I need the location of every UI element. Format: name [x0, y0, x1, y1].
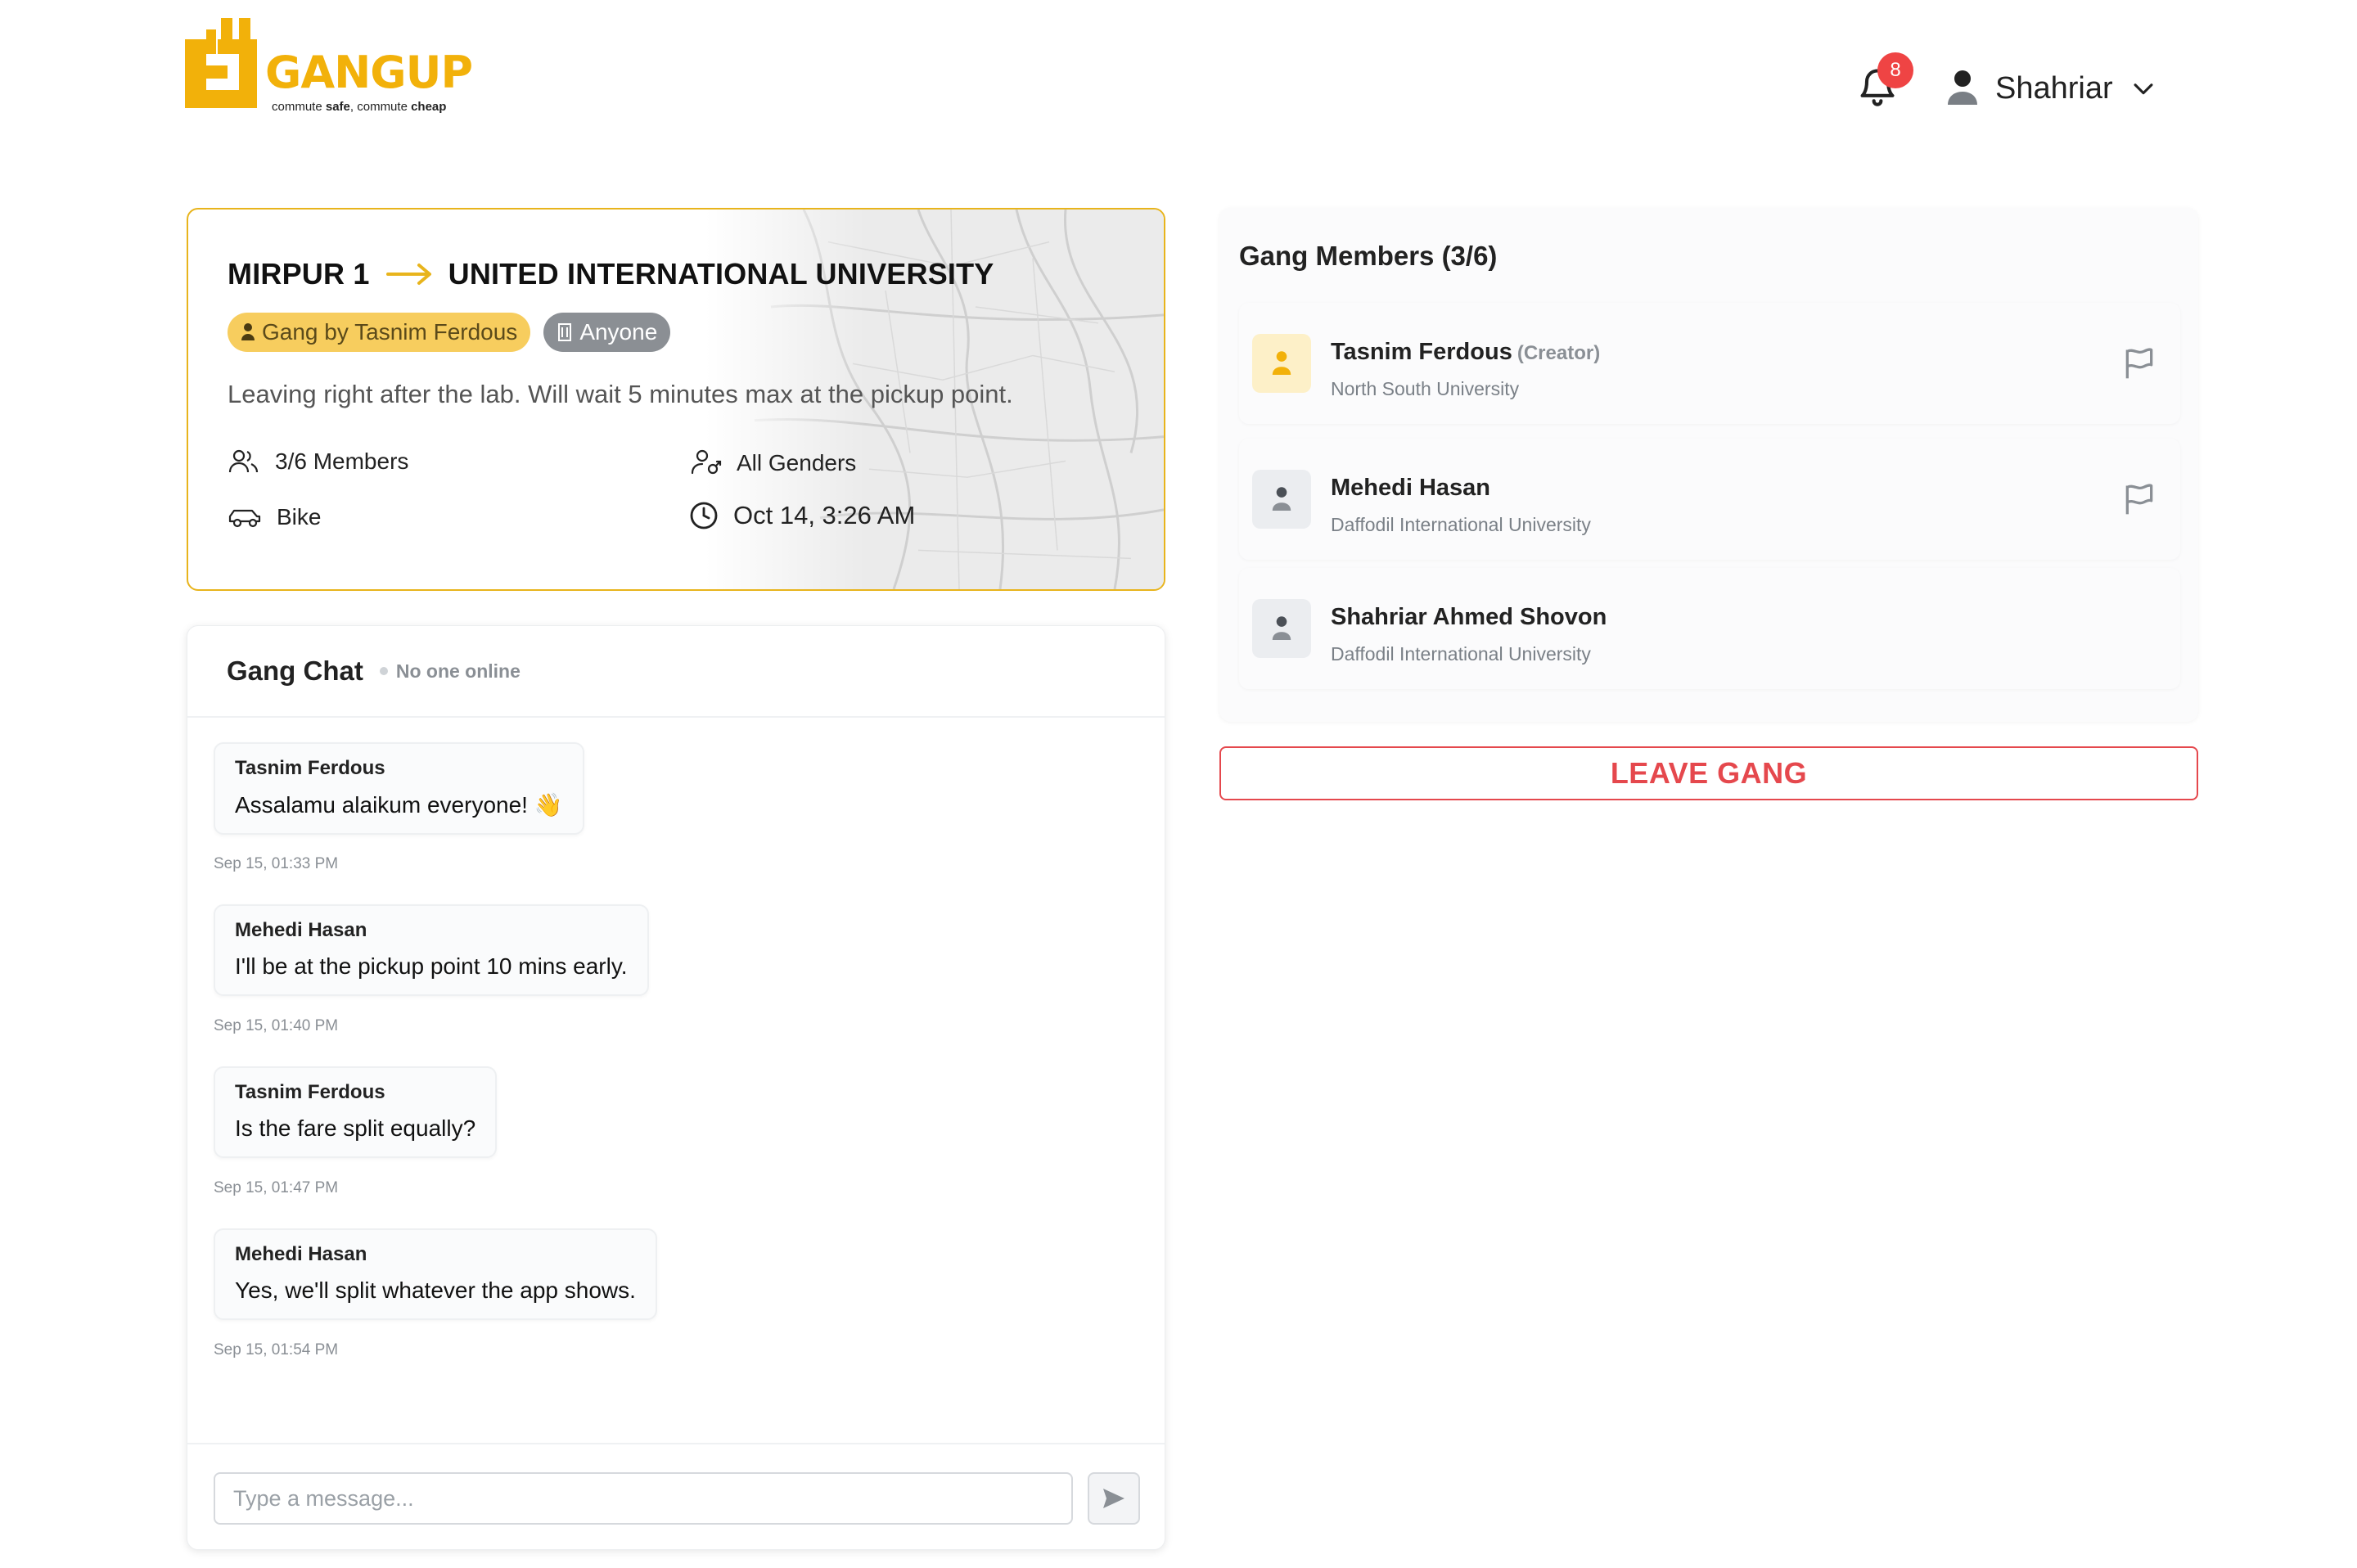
arrow-right-icon	[385, 264, 431, 285]
message-text: Assalamu alaikum everyone! 👋	[235, 792, 563, 818]
member-row[interactable]: Mehedi Hasan Daffodil International Univ…	[1239, 439, 2180, 560]
message-time: Sep 15, 01:40 PM	[214, 1017, 339, 1034]
gender-preference: All Genders	[689, 448, 856, 478]
member-row[interactable]: Tasnim Ferdous (Creator) North South Univ…	[1239, 303, 2180, 424]
member-row[interactable]: Shahriar Ahmed Shovon Daffodil Internati…	[1239, 568, 2180, 689]
vehicle-type: Bike	[228, 504, 321, 530]
building-icon	[558, 323, 572, 341]
member-university: North South University	[1331, 378, 1520, 399]
message-sender: Tasnim Ferdous	[235, 757, 385, 779]
brand-tagline: commute safe, commute cheap	[272, 100, 447, 114]
message-time: Sep 15, 01:54 PM	[214, 1341, 339, 1358]
route-origin: MIRPUR 1	[228, 257, 370, 291]
chevron-down-icon	[2134, 83, 2153, 95]
member-name: Shahriar Ahmed Shovon	[1331, 604, 1607, 630]
route-note: Leaving right after the lab. Will wait 5…	[228, 380, 1013, 408]
brand-logo[interactable]: GANGUP commute safe, commute cheap	[185, 18, 473, 114]
avatar	[1252, 599, 1311, 658]
status-dot	[379, 667, 388, 675]
user-name: Shahriar	[1995, 70, 2113, 106]
message-input[interactable]	[214, 1472, 1073, 1525]
user-icon	[1272, 351, 1291, 375]
online-status: No one online	[379, 660, 521, 683]
gang-chat-card: Gang Chat No one online Tasnim Ferdous A…	[187, 625, 1165, 1550]
creator-label: (Creator)	[1517, 342, 1601, 364]
gang-members-panel: Gang Members (3/6) Tasnim Ferdous (Creato…	[1219, 208, 2198, 722]
avatar	[1252, 334, 1311, 393]
chat-message: Mehedi Hasan Yes, we'll split whatever t…	[214, 1228, 657, 1320]
gangup-logo-mark	[185, 18, 257, 108]
user-icon	[1948, 70, 1977, 105]
audience-badge: Anyone	[543, 313, 671, 352]
route-card: MIRPUR 1 UNITED INTERNATIONAL UNIVERSITY…	[187, 208, 1165, 591]
creator-badge: Gang by Tasnim Ferdous	[228, 313, 531, 352]
member-university: Daffodil International University	[1331, 643, 1591, 665]
report-flag-icon[interactable]	[2121, 345, 2157, 381]
brand-name: GANGUP	[265, 47, 473, 98]
message-text: Is the fare split equally?	[235, 1115, 476, 1141]
departure-time: Oct 14, 3:26 AM	[689, 501, 915, 530]
chat-message: Tasnim Ferdous Assalamu alaikum everyone…	[214, 742, 584, 835]
chat-title: Gang Chat	[227, 656, 363, 686]
user-icon	[1272, 487, 1291, 511]
route-destination: UNITED INTERNATIONAL UNIVERSITY	[448, 257, 994, 291]
member-name: Mehedi Hasan	[1331, 475, 1490, 501]
message-sender: Tasnim Ferdous	[235, 1081, 385, 1103]
message-sender: Mehedi Hasan	[235, 1243, 367, 1265]
user-icon	[241, 323, 255, 340]
chat-composer	[187, 1443, 1165, 1549]
route-badges: Gang by Tasnim Ferdous Anyone	[228, 313, 671, 352]
chat-header: Gang Chat No one online	[187, 626, 1165, 718]
user-icon	[1272, 616, 1291, 640]
message-time: Sep 15, 01:47 PM	[214, 1179, 339, 1196]
message-sender: Mehedi Hasan	[235, 919, 367, 941]
route-title: MIRPUR 1 UNITED INTERNATIONAL UNIVERSITY	[228, 257, 994, 291]
message-text: Yes, we'll split whatever the app shows.	[235, 1277, 636, 1303]
avatar	[1252, 470, 1311, 529]
send-button[interactable]	[1088, 1472, 1140, 1525]
message-time: Sep 15, 01:33 PM	[214, 855, 339, 872]
member-name: Tasnim Ferdous (Creator)	[1331, 339, 1601, 365]
user-menu[interactable]: Shahriar	[1946, 62, 2157, 115]
member-university: Daffodil International University	[1331, 514, 1591, 535]
leave-gang-button[interactable]: LEAVE GANG	[1219, 746, 2198, 800]
chat-message: Mehedi Hasan I'll be at the pickup point…	[214, 904, 649, 996]
members-title: Gang Members (3/6)	[1239, 241, 1498, 271]
send-icon	[1103, 1489, 1124, 1508]
members-count: 3/6 Members	[228, 448, 408, 475]
chat-message: Tasnim Ferdous Is the fare split equally…	[214, 1066, 498, 1158]
users-icon	[228, 449, 259, 473]
notification-count-badge: 8	[1877, 52, 1913, 88]
gender-icon	[691, 449, 722, 475]
report-flag-icon[interactable]	[2121, 481, 2157, 517]
message-text: I'll be at the pickup point 10 mins earl…	[235, 953, 628, 979]
clock-icon	[690, 502, 718, 529]
car-icon	[228, 509, 261, 528]
